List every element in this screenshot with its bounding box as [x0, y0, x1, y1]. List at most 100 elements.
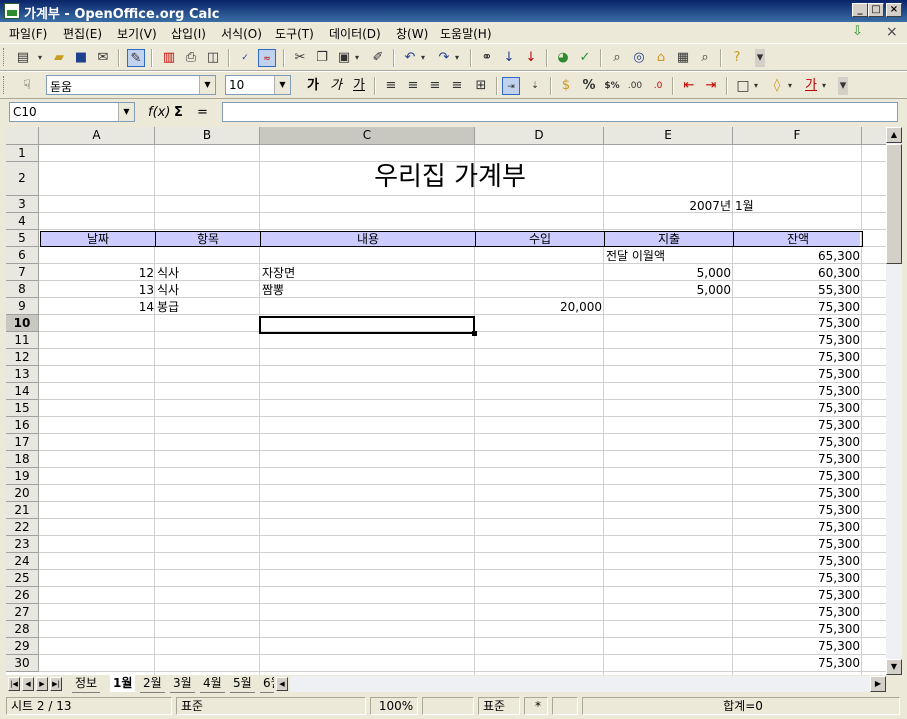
status-insert-mode[interactable]: 표준 [478, 697, 520, 715]
row-header-21[interactable]: 21 [6, 502, 39, 519]
row-header-9[interactable]: 9 [6, 298, 39, 315]
justify-icon[interactable]: ≡ [448, 77, 466, 95]
row-header-3[interactable]: 3 [6, 196, 39, 213]
name-box[interactable]: C10 ▼ [9, 102, 135, 122]
row-header-7[interactable]: 7 [6, 264, 39, 281]
background-color-icon[interactable]: ◊ [768, 77, 786, 95]
column-header-c[interactable]: C [260, 127, 475, 145]
zoom-icon[interactable]: ⌕ [696, 49, 714, 67]
row-header-20[interactable]: 20 [6, 485, 39, 502]
find-replace-icon[interactable]: ⌕ [608, 49, 626, 67]
vertical-scroll-thumb[interactable] [886, 144, 902, 264]
toolbar-grip[interactable] [3, 48, 7, 66]
menu-file[interactable]: 파일(F) [9, 25, 47, 42]
spellcheck-icon[interactable]: ✓ [236, 49, 254, 67]
column-header-d[interactable]: D [475, 127, 604, 145]
email-icon[interactable]: ✉ [94, 49, 112, 67]
standard-format-icon[interactable]: $% [603, 77, 621, 95]
row-header-24[interactable]: 24 [6, 553, 39, 570]
row-header-23[interactable]: 23 [6, 536, 39, 553]
export-pdf-icon[interactable]: ▥ [160, 49, 178, 67]
menu-insert[interactable]: 삽입(I) [171, 25, 206, 42]
vertical-scrollbar[interactable]: ▲ ▼ [886, 127, 902, 675]
tab-jan[interactable]: 1월 [110, 675, 136, 692]
chevron-down-icon[interactable]: ▼ [274, 76, 290, 94]
column-header-b[interactable]: B [155, 127, 260, 145]
styles-formatting-icon[interactable]: ☟ [18, 77, 36, 95]
font-color-icon[interactable]: 가 [802, 77, 820, 95]
sort-ascending-icon[interactable]: ↓ [500, 49, 518, 67]
scroll-right-icon[interactable]: ▶ [870, 676, 886, 692]
previous-sheet-icon[interactable]: ◀ [22, 677, 34, 691]
paste-dropdown-icon[interactable]: ▾ [353, 49, 361, 67]
close-document-icon[interactable]: × [886, 24, 900, 40]
minimize-button[interactable]: _ [852, 3, 868, 17]
horizontal-scrollbar[interactable]: ▶ [290, 676, 886, 692]
row-header-12[interactable]: 12 [6, 349, 39, 366]
row-header-2[interactable]: 2 [6, 162, 39, 196]
menu-window[interactable]: 창(W) [396, 25, 428, 42]
row-header-10[interactable]: 10 [6, 315, 39, 332]
print-icon[interactable]: ⎙ [182, 49, 200, 67]
tab-mar[interactable]: 3월 [170, 675, 195, 693]
cut-icon[interactable]: ✂ [291, 49, 309, 67]
status-zoom[interactable]: 100% [370, 697, 418, 715]
menu-format[interactable]: 서식(O) [221, 25, 262, 42]
align-left-icon[interactable]: ≡ [382, 77, 400, 95]
column-header-e[interactable]: E [604, 127, 733, 145]
sum-icon[interactable]: Σ [174, 105, 183, 120]
scroll-down-icon[interactable]: ▼ [886, 659, 902, 675]
row-header-6[interactable]: 6 [6, 247, 39, 264]
status-page-style[interactable]: 표준 [176, 697, 366, 715]
help-icon[interactable]: ? [728, 49, 746, 67]
row-header-5[interactable]: 5 [6, 230, 39, 247]
redo-dropdown-icon[interactable]: ▾ [453, 49, 461, 67]
row-header-18[interactable]: 18 [6, 451, 39, 468]
menu-view[interactable]: 보기(V) [117, 25, 157, 42]
text-direction-lr-icon[interactable]: ⇥ [502, 77, 520, 95]
close-button[interactable]: × [886, 3, 902, 17]
status-signature[interactable] [552, 697, 578, 715]
sort-descending-icon[interactable]: ↓ [522, 49, 540, 67]
chart-icon[interactable]: ◕ [554, 49, 572, 67]
font-name-combo[interactable]: 돋움 ▼ [46, 75, 216, 95]
text-direction-tb-icon[interactable]: ⇣ [526, 77, 544, 95]
new-document-icon[interactable]: ▤ [14, 49, 32, 67]
chevron-down-icon[interactable]: ▼ [118, 103, 134, 121]
row-header-11[interactable]: 11 [6, 332, 39, 349]
borders-dropdown-icon[interactable]: ▾ [752, 77, 760, 95]
scroll-up-icon[interactable]: ▲ [886, 127, 902, 143]
page-preview-icon[interactable]: ◫ [204, 49, 222, 67]
increase-indent-icon[interactable]: ⇥ [702, 77, 720, 95]
new-dropdown-icon[interactable]: ▾ [36, 49, 44, 67]
row-header-4[interactable]: 4 [6, 213, 39, 230]
row-header-22[interactable]: 22 [6, 519, 39, 536]
bold-button[interactable]: 가 [304, 77, 322, 95]
save-icon[interactable]: ■ [72, 49, 90, 67]
tab-info[interactable]: 정보 [72, 675, 101, 693]
chevron-down-icon[interactable]: ▼ [199, 76, 215, 94]
delete-decimal-icon[interactable]: .0 [649, 77, 667, 95]
show-draw-functions-icon[interactable]: ✓ [576, 49, 594, 67]
tab-scroll-icon[interactable]: ◀ [276, 677, 288, 691]
currency-format-icon[interactable]: $ [557, 77, 575, 95]
tab-may[interactable]: 5월 [230, 675, 255, 693]
row-header-26[interactable]: 26 [6, 587, 39, 604]
font-color-dropdown-icon[interactable]: ▾ [820, 77, 828, 95]
row-header-1[interactable]: 1 [6, 145, 39, 162]
select-all-corner[interactable] [6, 127, 39, 145]
row-header-28[interactable]: 28 [6, 621, 39, 638]
toolbar-overflow-icon[interactable]: ▾ [838, 77, 848, 95]
align-center-icon[interactable]: ≡ [404, 77, 422, 95]
last-sheet-icon[interactable]: ▶| [50, 677, 62, 691]
row-header-25[interactable]: 25 [6, 570, 39, 587]
row-header-27[interactable]: 27 [6, 604, 39, 621]
selected-cell-c10[interactable] [259, 316, 477, 336]
tab-feb[interactable]: 2월 [140, 675, 165, 693]
row-header-16[interactable]: 16 [6, 417, 39, 434]
redo-icon[interactable]: ↷ [435, 49, 453, 67]
underline-button[interactable]: 가 [350, 77, 368, 95]
row-header-15[interactable]: 15 [6, 400, 39, 417]
menu-tools[interactable]: 도구(T) [275, 25, 314, 42]
undo-dropdown-icon[interactable]: ▾ [419, 49, 427, 67]
